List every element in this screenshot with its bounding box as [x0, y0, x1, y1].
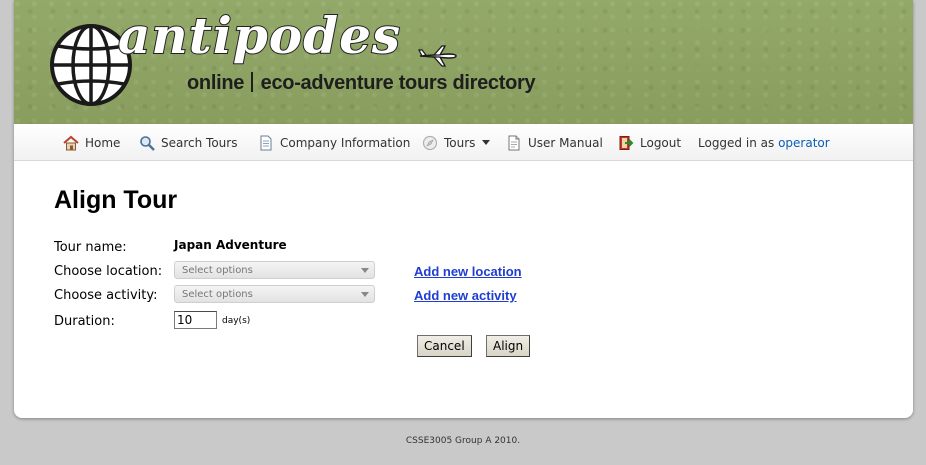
site-tagline: online eco-adventure tours directory	[187, 72, 536, 95]
chevron-down-icon	[361, 268, 369, 273]
cancel-button[interactable]: Cancel	[417, 335, 472, 357]
nav-item-label: Home	[85, 136, 121, 150]
duration-unit-label: day(s)	[222, 316, 251, 326]
chevron-down-icon	[361, 292, 369, 297]
house-icon	[63, 135, 79, 151]
location-select-placeholder: Select options	[182, 265, 253, 276]
tour-name-value: Japan Adventure	[174, 238, 287, 252]
add-new-location-link[interactable]: Add new location	[414, 264, 522, 279]
page-container: antipodes online eco-adventure tours dir…	[14, 0, 913, 418]
magnifier-icon	[140, 136, 155, 151]
main-navigation: Home Search Tours Company Information To…	[14, 124, 913, 161]
page-title: Align Tour	[54, 186, 178, 214]
footer-text: CSSE3005 Group A 2010.	[405, 436, 521, 446]
nav-item-label: Logout	[640, 136, 682, 150]
logged-in-status: Logged in as operator	[698, 134, 830, 152]
document-icon	[260, 135, 272, 151]
location-select[interactable]: Select options	[174, 261, 375, 279]
logout-icon	[619, 136, 634, 150]
nav-item-label: Tours	[444, 136, 476, 150]
site-header: antipodes online eco-adventure tours dir…	[14, 0, 913, 124]
logged-in-prefix: Logged in as	[698, 136, 775, 150]
tagline-part1: online	[187, 72, 245, 94]
nav-item-label: User Manual	[528, 136, 603, 150]
username-link[interactable]: operator	[778, 136, 830, 150]
site-logo-text: antipodes	[117, 5, 402, 66]
tagline-part2: eco-adventure tours directory	[260, 72, 536, 94]
duration-label: Duration:	[54, 314, 115, 329]
compass-icon	[422, 135, 438, 151]
chevron-down-icon	[482, 140, 490, 145]
activity-select-placeholder: Select options	[182, 289, 253, 300]
nav-item-label: Company Information	[280, 136, 411, 150]
activity-select[interactable]: Select options	[174, 285, 375, 303]
nav-item-label: Search Tours	[161, 136, 238, 150]
location-label: Choose location:	[54, 264, 163, 279]
duration-input[interactable]	[174, 311, 217, 329]
manual-icon	[508, 135, 520, 151]
add-new-activity-link[interactable]: Add new activity	[414, 288, 517, 303]
tour-name-label: Tour name:	[54, 240, 127, 255]
airplane-icon	[418, 45, 457, 67]
align-button[interactable]: Align	[486, 335, 531, 357]
tagline-separator	[251, 72, 254, 92]
activity-label: Choose activity:	[54, 288, 158, 303]
